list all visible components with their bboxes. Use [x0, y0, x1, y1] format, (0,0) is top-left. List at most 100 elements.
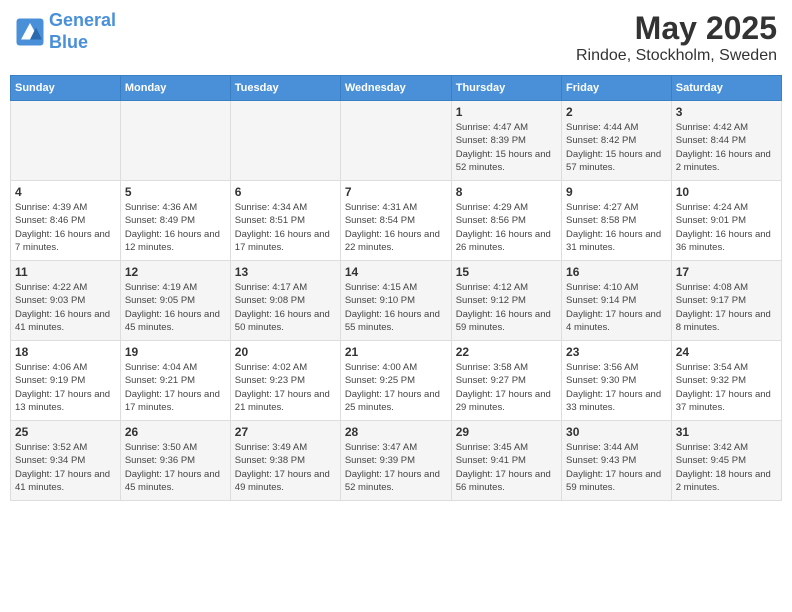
day-detail: Sunrise: 4:00 AM Sunset: 9:25 PM Dayligh… — [345, 361, 447, 414]
day-detail: Sunrise: 4:02 AM Sunset: 9:23 PM Dayligh… — [235, 361, 336, 414]
calendar-cell: 9 Sunrise: 4:27 AM Sunset: 8:58 PM Daylig… — [562, 181, 672, 261]
day-detail: Sunrise: 3:50 AM Sunset: 9:36 PM Dayligh… — [125, 441, 226, 494]
calendar-cell: 27 Sunrise: 3:49 AM Sunset: 9:38 PM Dayli… — [230, 421, 340, 501]
header-monday: Monday — [120, 76, 230, 101]
day-detail: Sunrise: 3:42 AM Sunset: 9:45 PM Dayligh… — [676, 441, 777, 494]
day-detail: Sunrise: 4:04 AM Sunset: 9:21 PM Dayligh… — [125, 361, 226, 414]
day-detail: Sunrise: 4:15 AM Sunset: 9:10 PM Dayligh… — [345, 281, 447, 334]
day-number: 2 — [566, 105, 667, 119]
calendar-title: May 2025 — [576, 10, 777, 47]
day-detail: Sunrise: 4:42 AM Sunset: 8:44 PM Dayligh… — [676, 121, 777, 174]
calendar-cell — [230, 101, 340, 181]
calendar-cell: 12 Sunrise: 4:19 AM Sunset: 9:05 PM Dayli… — [120, 261, 230, 341]
day-detail: Sunrise: 4:19 AM Sunset: 9:05 PM Dayligh… — [125, 281, 226, 334]
header-sunday: Sunday — [11, 76, 121, 101]
calendar-cell — [11, 101, 121, 181]
day-detail: Sunrise: 4:31 AM Sunset: 8:54 PM Dayligh… — [345, 201, 447, 254]
header-row: Sunday Monday Tuesday Wednesday Thursday… — [11, 76, 782, 101]
calendar-cell: 14 Sunrise: 4:15 AM Sunset: 9:10 PM Dayli… — [340, 261, 451, 341]
calendar-table: Sunday Monday Tuesday Wednesday Thursday… — [10, 75, 782, 501]
logo-text-blue: Blue — [49, 32, 88, 52]
week-row-5: 25Sunrise: 3:52 AM Sunset: 9:34 PM Dayli… — [11, 421, 782, 501]
day-detail: Sunrise: 3:56 AM Sunset: 9:30 PM Dayligh… — [566, 361, 667, 414]
day-detail: Sunrise: 3:45 AM Sunset: 9:41 PM Dayligh… — [456, 441, 557, 494]
day-number: 9 — [566, 185, 667, 199]
calendar-cell: 25Sunrise: 3:52 AM Sunset: 9:34 PM Dayli… — [11, 421, 121, 501]
day-number: 22 — [456, 345, 557, 359]
calendar-header: Sunday Monday Tuesday Wednesday Thursday… — [11, 76, 782, 101]
day-detail: Sunrise: 4:17 AM Sunset: 9:08 PM Dayligh… — [235, 281, 336, 334]
day-number: 10 — [676, 185, 777, 199]
calendar-cell: 5 Sunrise: 4:36 AM Sunset: 8:49 PM Daylig… — [120, 181, 230, 261]
week-row-3: 11Sunrise: 4:22 AM Sunset: 9:03 PM Dayli… — [11, 261, 782, 341]
week-row-1: 1 Sunrise: 4:47 AM Sunset: 8:39 PM Daylig… — [11, 101, 782, 181]
day-detail: Sunrise: 4:44 AM Sunset: 8:42 PM Dayligh… — [566, 121, 667, 174]
day-number: 8 — [456, 185, 557, 199]
calendar-cell: 16Sunrise: 4:10 AM Sunset: 9:14 PM Dayli… — [562, 261, 672, 341]
calendar-cell: 22 Sunrise: 3:58 AM Sunset: 9:27 PM Dayli… — [451, 341, 561, 421]
logo-text-general: General — [49, 10, 116, 30]
header-saturday: Saturday — [671, 76, 781, 101]
day-number: 20 — [235, 345, 336, 359]
calendar-cell: 6Sunrise: 4:34 AM Sunset: 8:51 PM Daylig… — [230, 181, 340, 261]
calendar-cell: 18 Sunrise: 4:06 AM Sunset: 9:19 PM Dayli… — [11, 341, 121, 421]
day-number: 29 — [456, 425, 557, 439]
calendar-cell: 2 Sunrise: 4:44 AM Sunset: 8:42 PM Daylig… — [562, 101, 672, 181]
day-number: 4 — [15, 185, 116, 199]
calendar-cell: 1 Sunrise: 4:47 AM Sunset: 8:39 PM Daylig… — [451, 101, 561, 181]
day-detail: Sunrise: 4:39 AM Sunset: 8:46 PM Dayligh… — [15, 201, 116, 254]
header-tuesday: Tuesday — [230, 76, 340, 101]
day-number: 1 — [456, 105, 557, 119]
day-number: 19 — [125, 345, 226, 359]
calendar-cell: 26 Sunrise: 3:50 AM Sunset: 9:36 PM Dayli… — [120, 421, 230, 501]
day-detail: Sunrise: 4:08 AM Sunset: 9:17 PM Dayligh… — [676, 281, 777, 334]
day-number: 12 — [125, 265, 226, 279]
logo: General Blue — [15, 10, 116, 53]
day-detail: Sunrise: 4:27 AM Sunset: 8:58 PM Dayligh… — [566, 201, 667, 254]
calendar-cell: 19 Sunrise: 4:04 AM Sunset: 9:21 PM Dayli… — [120, 341, 230, 421]
calendar-subtitle: Rindoe, Stockholm, Sweden — [576, 47, 777, 65]
header-friday: Friday — [562, 76, 672, 101]
day-number: 16 — [566, 265, 667, 279]
calendar-cell: 13 Sunrise: 4:17 AM Sunset: 9:08 PM Dayli… — [230, 261, 340, 341]
calendar-cell — [120, 101, 230, 181]
day-number: 13 — [235, 265, 336, 279]
day-detail: Sunrise: 3:47 AM Sunset: 9:39 PM Dayligh… — [345, 441, 447, 494]
day-detail: Sunrise: 3:52 AM Sunset: 9:34 PM Dayligh… — [15, 441, 116, 494]
day-detail: Sunrise: 3:58 AM Sunset: 9:27 PM Dayligh… — [456, 361, 557, 414]
day-number: 26 — [125, 425, 226, 439]
calendar-cell: 3Sunrise: 4:42 AM Sunset: 8:44 PM Daylig… — [671, 101, 781, 181]
day-number: 5 — [125, 185, 226, 199]
day-number: 23 — [566, 345, 667, 359]
day-detail: Sunrise: 4:36 AM Sunset: 8:49 PM Dayligh… — [125, 201, 226, 254]
header-wednesday: Wednesday — [340, 76, 451, 101]
day-detail: Sunrise: 4:34 AM Sunset: 8:51 PM Dayligh… — [235, 201, 336, 254]
header-thursday: Thursday — [451, 76, 561, 101]
calendar-cell: 10Sunrise: 4:24 AM Sunset: 9:01 PM Dayli… — [671, 181, 781, 261]
day-number: 30 — [566, 425, 667, 439]
day-number: 14 — [345, 265, 447, 279]
week-row-2: 4 Sunrise: 4:39 AM Sunset: 8:46 PM Daylig… — [11, 181, 782, 261]
calendar-cell: 31 Sunrise: 3:42 AM Sunset: 9:45 PM Dayli… — [671, 421, 781, 501]
calendar-cell: 21Sunrise: 4:00 AM Sunset: 9:25 PM Dayli… — [340, 341, 451, 421]
calendar-cell: 28Sunrise: 3:47 AM Sunset: 9:39 PM Dayli… — [340, 421, 451, 501]
day-detail: Sunrise: 4:12 AM Sunset: 9:12 PM Dayligh… — [456, 281, 557, 334]
calendar-cell: 7Sunrise: 4:31 AM Sunset: 8:54 PM Daylig… — [340, 181, 451, 261]
day-detail: Sunrise: 3:49 AM Sunset: 9:38 PM Dayligh… — [235, 441, 336, 494]
day-number: 27 — [235, 425, 336, 439]
logo-icon — [15, 17, 45, 47]
day-detail: Sunrise: 4:29 AM Sunset: 8:56 PM Dayligh… — [456, 201, 557, 254]
calendar-cell: 8 Sunrise: 4:29 AM Sunset: 8:56 PM Daylig… — [451, 181, 561, 261]
calendar-cell: 23 Sunrise: 3:56 AM Sunset: 9:30 PM Dayli… — [562, 341, 672, 421]
day-number: 18 — [15, 345, 116, 359]
day-number: 24 — [676, 345, 777, 359]
calendar-body: 1 Sunrise: 4:47 AM Sunset: 8:39 PM Daylig… — [11, 101, 782, 501]
calendar-cell: 17Sunrise: 4:08 AM Sunset: 9:17 PM Dayli… — [671, 261, 781, 341]
calendar-cell: 24Sunrise: 3:54 AM Sunset: 9:32 PM Dayli… — [671, 341, 781, 421]
day-detail: Sunrise: 4:06 AM Sunset: 9:19 PM Dayligh… — [15, 361, 116, 414]
day-detail: Sunrise: 4:47 AM Sunset: 8:39 PM Dayligh… — [456, 121, 557, 174]
calendar-cell — [340, 101, 451, 181]
day-number: 31 — [676, 425, 777, 439]
calendar-cell: 11Sunrise: 4:22 AM Sunset: 9:03 PM Dayli… — [11, 261, 121, 341]
day-number: 11 — [15, 265, 116, 279]
